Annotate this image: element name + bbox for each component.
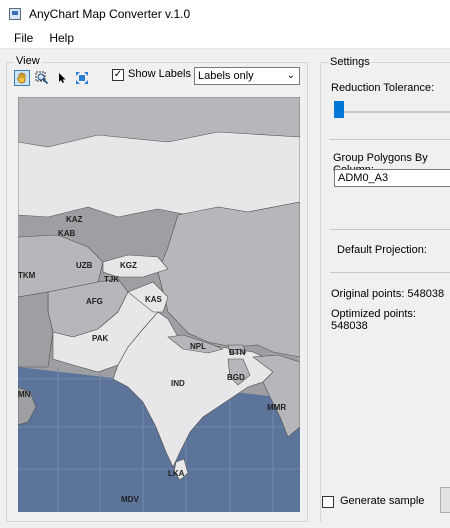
generate-sample-checkbox[interactable] (322, 496, 334, 508)
map-label-kaz: KAZ (66, 215, 83, 224)
map-label-uzb: UZB (76, 261, 93, 270)
group-polygons-value: ADM0_A3 (338, 172, 389, 184)
original-points-label: Original points: 548038 (331, 288, 445, 300)
map-canvas[interactable]: KAZ KAB UZB KGZ TJK TKM AFG KAS PAK NPL … (18, 97, 300, 512)
zoom-region-button[interactable] (34, 70, 50, 86)
region-iran (18, 291, 54, 368)
settings-group-label: Settings (328, 56, 372, 68)
chevron-down-icon: ⌄ (286, 70, 295, 81)
generate-sample-label: Generate sample (340, 495, 425, 507)
label-mode-select[interactable]: Labels only ⌄ (194, 67, 300, 85)
pan-tool-button[interactable] (14, 70, 30, 86)
view-group-label: View (14, 55, 42, 67)
optimized-points-label: Optimized points: 548038 (331, 308, 416, 332)
show-labels-checkbox[interactable]: ✓ (112, 69, 124, 81)
show-labels-label: Show Labels (128, 68, 191, 80)
map-label-ind: IND (171, 379, 185, 388)
window-title: AnyChart Map Converter v.1.0 (29, 7, 191, 21)
select-tool-button[interactable] (54, 70, 70, 86)
map-label-kab: KAB (58, 229, 76, 238)
zoom-region-icon (35, 71, 49, 85)
reduction-tolerance-track[interactable] (336, 111, 450, 113)
label-mode-value: Labels only (198, 70, 254, 82)
separator-3 (330, 272, 450, 273)
map-label-btn: BTN (229, 348, 246, 357)
convert-button[interactable] (440, 487, 450, 513)
map-label-bgd: BGD (227, 373, 245, 382)
map-label-mdv: MDV (121, 495, 139, 504)
map-label-mmr: MMR (267, 403, 287, 412)
select-arrow-icon (59, 73, 66, 83)
app-icon (9, 8, 21, 20)
title-bar: AnyChart Map Converter v.1.0 (0, 0, 450, 28)
map-label-mn: MN (18, 390, 31, 399)
separator-1 (330, 139, 450, 140)
default-projection-label: Default Projection: (337, 244, 427, 256)
map-label-npl: NPL (190, 342, 206, 351)
menu-help[interactable]: Help (41, 31, 82, 45)
map-label-afg: AFG (86, 297, 103, 306)
map-label-kgz: KGZ (120, 261, 137, 270)
group-polygons-select[interactable]: ADM0_A3 (334, 169, 450, 187)
map-shapes (18, 97, 300, 512)
fit-view-button[interactable] (74, 70, 90, 86)
menu-bar: File Help (0, 28, 450, 49)
hand-icon (17, 72, 26, 84)
fit-view-icon (76, 72, 88, 84)
map-label-pak: PAK (92, 334, 109, 343)
separator-2 (330, 229, 450, 230)
map-label-tkm: TKM (18, 271, 36, 280)
reduction-tolerance-thumb[interactable] (334, 101, 344, 118)
map-label-tjk: TJK (104, 275, 120, 284)
region-china (157, 201, 300, 358)
map-label-lka: LKA (168, 469, 185, 478)
reduction-tolerance-label: Reduction Tolerance: (331, 82, 435, 94)
map-label-kas: KAS (145, 295, 162, 304)
menu-file[interactable]: File (0, 31, 41, 45)
